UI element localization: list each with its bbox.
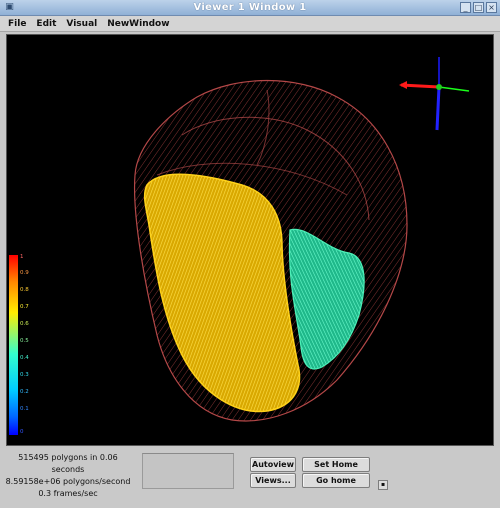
colorbar-gradient	[9, 255, 18, 435]
options-toggle-button[interactable]: ▪	[378, 480, 388, 490]
render-stats: 515495 polygons in 0.06 seconds 8.59158e…	[4, 452, 132, 500]
set-home-view-button[interactable]: Set Home View	[302, 457, 370, 483]
menu-file[interactable]: File	[8, 19, 26, 29]
colorbar-tick-0.7: 0.7	[20, 304, 29, 310]
polygons-per-second-text: 8.59158e+06 polygons/second	[5, 477, 131, 486]
colorbar-tick-0.5: 0.5	[20, 338, 29, 344]
views-button[interactable]: Views...	[250, 473, 296, 488]
colorbar-tick-0.4: 0.4	[20, 355, 29, 361]
render-viewport[interactable]: 1 0.9 0.8 0.7 0.6 0.5 0.4 0.3 0.2 0.1 0	[6, 34, 494, 446]
colorbar-tick-0: 0	[20, 429, 24, 435]
axes-triad	[399, 57, 470, 131]
colorbar-tick-0.9: 0.9	[20, 270, 29, 276]
minimize-icon[interactable]: _	[460, 2, 471, 13]
menu-visual[interactable]: Visual	[66, 19, 97, 29]
control-panel: 515495 polygons in 0.06 seconds 8.59158e…	[0, 448, 500, 508]
colorbar-tick-1: 1	[20, 254, 24, 260]
window-controls: _ □ ×	[460, 2, 497, 13]
colorbar-tick-0.1: 0.1	[20, 406, 29, 412]
menu-newwindow[interactable]: NewWindow	[107, 19, 169, 29]
polygon-count-text: 515495 polygons in 0.06 seconds	[18, 453, 118, 474]
frame-rate-text: 0.3 frames/sec	[38, 489, 98, 498]
window-title: Viewer 1 Window 1	[193, 2, 307, 13]
info-panel	[142, 453, 234, 489]
colorbar-tick-0.8: 0.8	[20, 287, 29, 293]
maximize-icon[interactable]: □	[473, 2, 484, 13]
colorbar-tick-0.2: 0.2	[20, 389, 29, 395]
scene-canvas[interactable]: 1 0.9 0.8 0.7 0.6 0.5 0.4 0.3 0.2 0.1 0	[7, 35, 493, 445]
colorbar-tick-0.6: 0.6	[20, 321, 29, 327]
menu-edit[interactable]: Edit	[36, 19, 56, 29]
autoview-button[interactable]: Autoview	[250, 457, 296, 472]
title-bar: ▣ Viewer 1 Window 1 _ □ ×	[0, 0, 500, 16]
colorbar: 1 0.9 0.8 0.7 0.6 0.5 0.4 0.3 0.2 0.1 0	[9, 254, 29, 435]
go-home-button[interactable]: Go home	[302, 473, 370, 488]
close-icon[interactable]: ×	[486, 2, 497, 13]
menu-bar: File Edit Visual NewWindow	[0, 16, 500, 32]
colorbar-tick-0.3: 0.3	[20, 372, 29, 378]
